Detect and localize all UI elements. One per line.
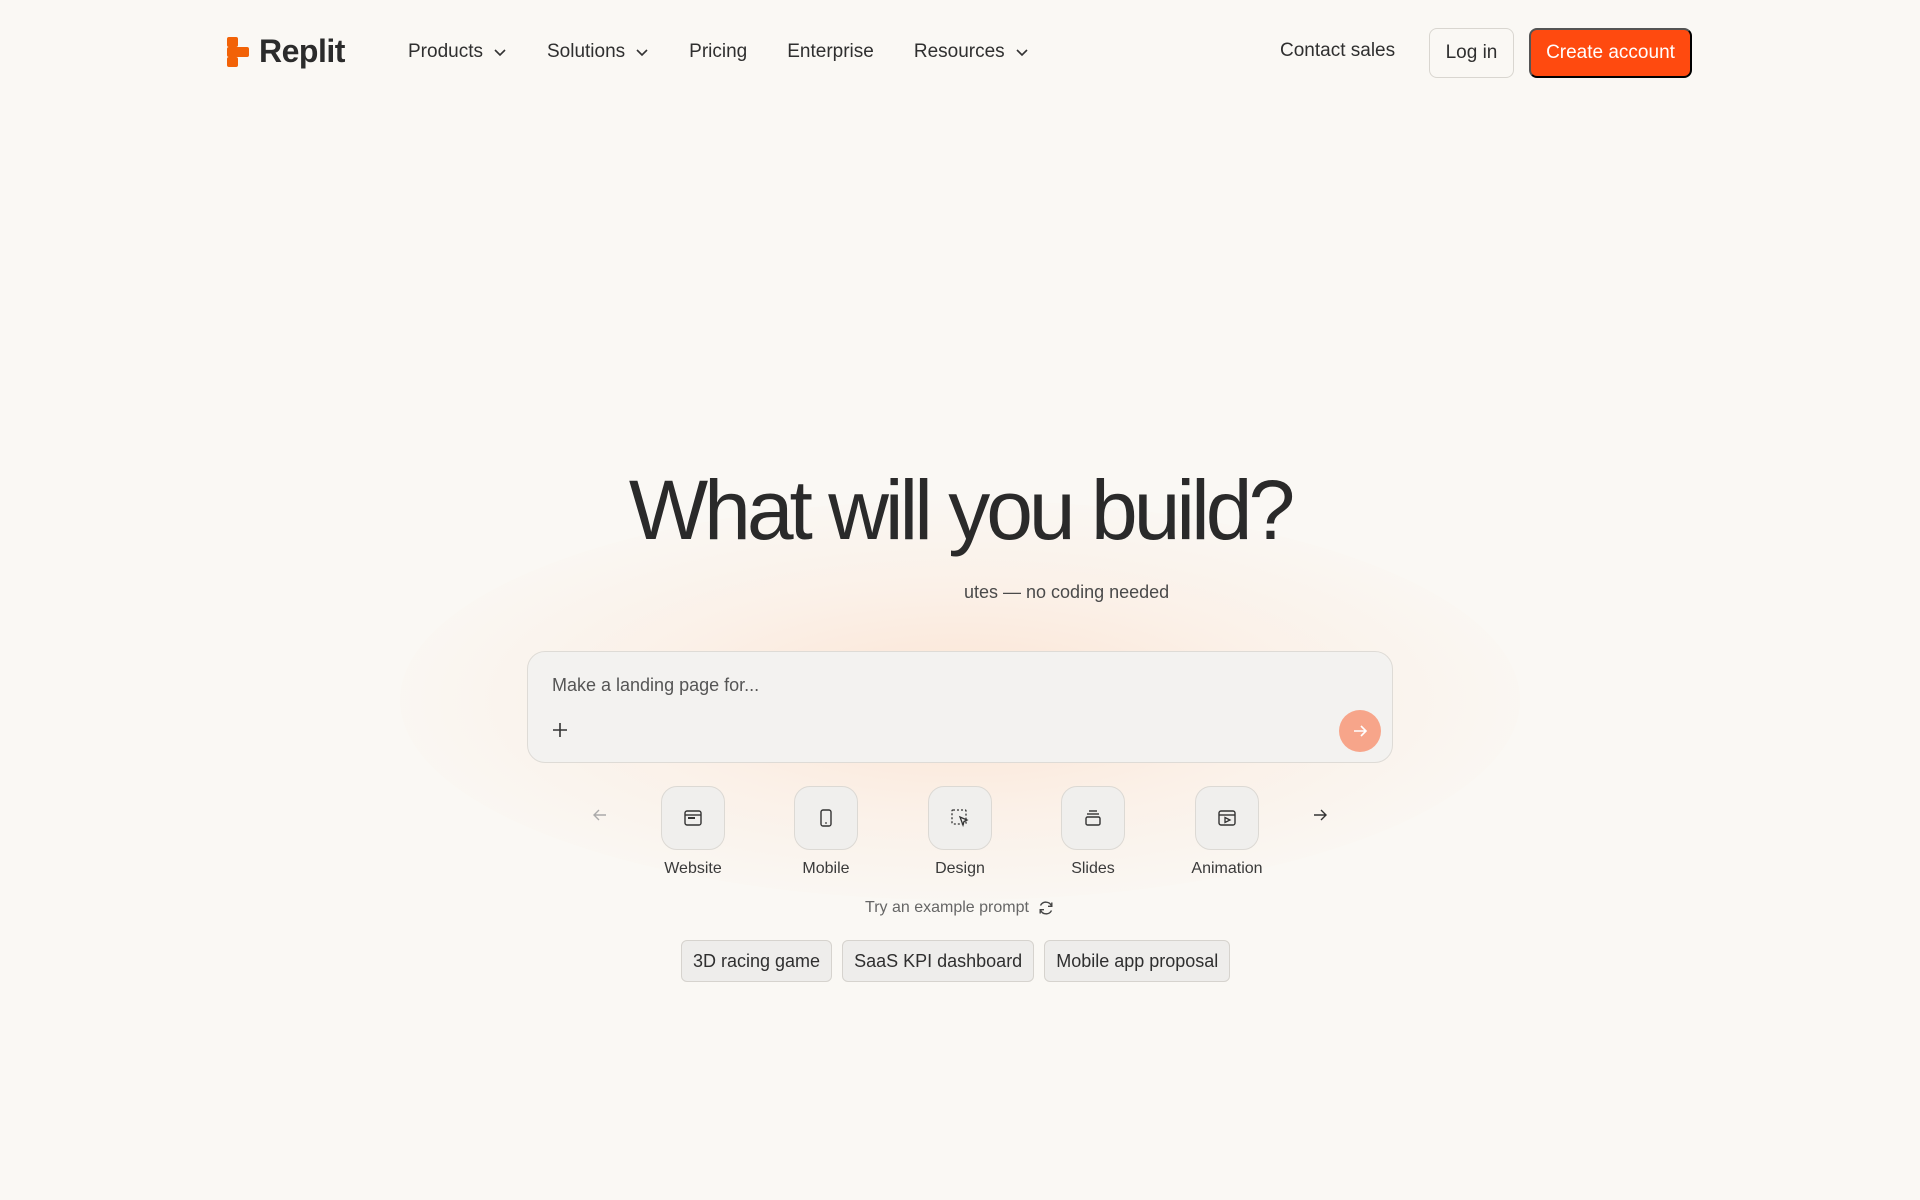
create-account-button[interactable]: Create account: [1529, 28, 1692, 78]
carousel-prev-button[interactable]: [585, 800, 615, 830]
type-mobile[interactable]: Mobile: [771, 786, 881, 878]
animation-play-icon: [1218, 810, 1236, 826]
refresh-icon[interactable]: [1037, 899, 1055, 917]
replit-logo[interactable]: Replit: [227, 33, 345, 70]
type-tile: [928, 786, 992, 850]
nav-resources-label: Resources: [913, 41, 1005, 62]
type-tile: [794, 786, 858, 850]
nav-solutions-label: Solutions: [546, 41, 626, 62]
send-button[interactable]: [1339, 710, 1381, 752]
type-label: Slides: [1071, 860, 1115, 877]
type-animation[interactable]: Animation: [1172, 786, 1282, 878]
arrow-left-icon: [593, 809, 606, 821]
type-tile: [1195, 786, 1259, 850]
type-label: Website: [664, 860, 722, 877]
type-website[interactable]: Website: [638, 786, 748, 878]
arrow-right-icon: [1314, 809, 1327, 821]
nav-products[interactable]: Products: [408, 34, 507, 70]
type-label: Design: [935, 860, 985, 877]
example-chip[interactable]: Mobile app proposal: [1044, 940, 1231, 982]
chevron-down-icon: [1016, 49, 1028, 57]
arrow-right-icon: [1354, 725, 1368, 737]
type-tile: [661, 786, 725, 850]
nav-enterprise[interactable]: Enterprise: [787, 34, 874, 70]
login-button[interactable]: Log in: [1429, 28, 1514, 78]
nav-pricing-label: Pricing: [689, 41, 748, 62]
plus-icon[interactable]: [550, 720, 570, 740]
example-chips: 3D racing game SaaS KPI dashboard Mobile…: [681, 940, 1231, 982]
slides-stack-icon: [1085, 810, 1101, 826]
browser-window-icon: [684, 810, 702, 826]
replit-logo-icon: [227, 36, 249, 67]
nav-products-label: Products: [408, 41, 483, 62]
type-design[interactable]: Design: [905, 786, 1015, 878]
nav-pricing[interactable]: Pricing: [689, 34, 747, 70]
hero-subtitle: utes — no coding needed: [964, 582, 1170, 602]
brand-name: Replit: [259, 33, 345, 69]
type-label: Animation: [1191, 860, 1263, 877]
nav-enterprise-label: Enterprise: [787, 41, 874, 62]
nav-resources[interactable]: Resources: [914, 34, 1029, 70]
example-chip[interactable]: 3D racing game: [681, 940, 833, 982]
mobile-phone-icon: [820, 809, 832, 827]
chevron-down-icon: [494, 49, 506, 57]
prompt-input[interactable]: [552, 670, 1292, 700]
prompt-box: [527, 651, 1393, 763]
page: Replit Products Solutions Pricing Enterp…: [0, 0, 1920, 1200]
type-slides[interactable]: Slides: [1038, 786, 1148, 878]
top-nav: Replit Products Solutions Pricing Enterp…: [0, 0, 1920, 104]
example-prompt-row[interactable]: Try an example prompt: [0, 899, 1920, 917]
design-select-cursor-icon: [951, 809, 969, 828]
carousel-next-button[interactable]: [1305, 800, 1335, 830]
nav-solutions[interactable]: Solutions: [547, 34, 649, 70]
type-label: Mobile: [802, 860, 850, 877]
example-chip[interactable]: SaaS KPI dashboard: [842, 940, 1035, 982]
contact-sales-link[interactable]: Contact sales: [1280, 40, 1395, 62]
nav-links: Products Solutions Pricing Enterprise Re…: [408, 34, 1069, 70]
type-tile: [1061, 786, 1125, 850]
example-prompt-label: Try an example prompt: [865, 899, 1029, 916]
hero-title: What will you build?: [628, 463, 1295, 557]
chevron-down-icon: [636, 49, 648, 57]
